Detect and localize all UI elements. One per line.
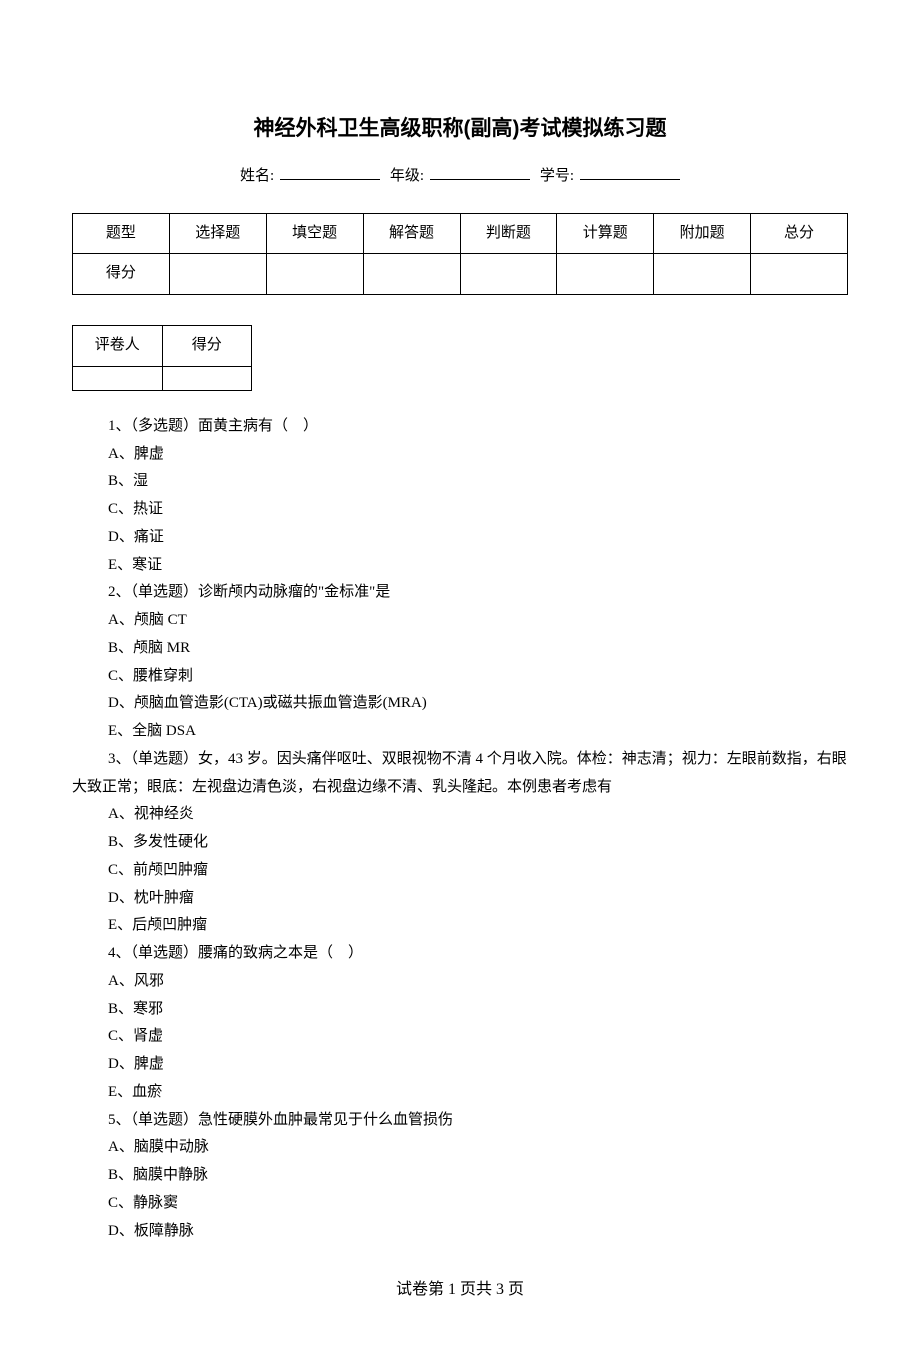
score-cell — [363, 254, 460, 295]
score-header: 填空题 — [266, 213, 363, 254]
question-stem: 5、（单选题）急性硬膜外血肿最常见于什么血管损伤 — [108, 1107, 848, 1135]
question-option: A、脾虚 — [108, 441, 848, 469]
score-header: 总分 — [751, 213, 848, 254]
student-info-line: 姓名: 年级: 学号: — [72, 163, 848, 191]
question-option: E、血瘀 — [108, 1079, 848, 1107]
score-table-value-row: 得分 — [73, 254, 848, 295]
question-option: C、热证 — [108, 496, 848, 524]
question-option: C、静脉窦 — [108, 1190, 848, 1218]
score-header: 解答题 — [363, 213, 460, 254]
question-stem: 3、（单选题）女，43 岁。因头痛伴呕吐、双眼视物不清 4 个月收入院。体检：神… — [72, 746, 848, 802]
question-option: B、湿 — [108, 468, 848, 496]
question-option: D、板障静脉 — [108, 1218, 848, 1246]
name-blank — [280, 163, 380, 180]
score-cell — [266, 254, 363, 295]
page-title: 神经外科卫生高级职称(副高)考试模拟练习题 — [72, 110, 848, 149]
question-option: D、颅脑血管造影(CTA)或磁共振血管造影(MRA) — [108, 690, 848, 718]
grader-empty — [162, 366, 252, 390]
score-header: 题型 — [73, 213, 170, 254]
score-cell — [557, 254, 654, 295]
question-option: B、脑膜中静脉 — [108, 1162, 848, 1190]
question-option: E、全脑 DSA — [108, 718, 848, 746]
question-stem: 4、（单选题）腰痛的致病之本是（ ） — [108, 940, 848, 968]
score-header: 计算题 — [557, 213, 654, 254]
question-option: A、视神经炎 — [108, 801, 848, 829]
score-row-label: 得分 — [73, 254, 170, 295]
page-footer: 试卷第 1 页共 3 页 — [72, 1275, 848, 1305]
grader-col1: 评卷人 — [73, 326, 163, 367]
question-option: C、肾虚 — [108, 1023, 848, 1051]
grade-label: 年级: — [390, 168, 424, 184]
question-option: D、脾虚 — [108, 1051, 848, 1079]
score-header: 判断题 — [460, 213, 557, 254]
name-label: 姓名: — [240, 168, 274, 184]
question-option: B、寒邪 — [108, 996, 848, 1024]
question-stem: 1、（多选题）面黄主病有（ ） — [108, 413, 848, 441]
id-blank — [580, 163, 680, 180]
question-option: E、寒证 — [108, 552, 848, 580]
score-header: 附加题 — [654, 213, 751, 254]
questions-block: 1、（多选题）面黄主病有（ ）A、脾虚B、湿C、热证D、痛证E、寒证2、（单选题… — [72, 413, 848, 1246]
score-cell — [169, 254, 266, 295]
question-stem: 2、（单选题）诊断颅内动脉瘤的"金标准"是 — [108, 579, 848, 607]
question-option: D、痛证 — [108, 524, 848, 552]
question-option: E、后颅凹肿瘤 — [108, 912, 848, 940]
score-cell — [654, 254, 751, 295]
question-option: B、颅脑 MR — [108, 635, 848, 663]
grade-blank — [430, 163, 530, 180]
score-cell — [751, 254, 848, 295]
score-cell — [460, 254, 557, 295]
question-option: A、风邪 — [108, 968, 848, 996]
grader-col2: 得分 — [162, 326, 252, 367]
question-option: A、脑膜中动脉 — [108, 1134, 848, 1162]
id-label: 学号: — [540, 168, 574, 184]
grader-table: 评卷人 得分 — [72, 325, 252, 391]
question-option: A、颅脑 CT — [108, 607, 848, 635]
question-option: C、前颅凹肿瘤 — [108, 857, 848, 885]
question-option: B、多发性硬化 — [108, 829, 848, 857]
score-table-header-row: 题型 选择题 填空题 解答题 判断题 计算题 附加题 总分 — [73, 213, 848, 254]
score-table: 题型 选择题 填空题 解答题 判断题 计算题 附加题 总分 得分 — [72, 213, 848, 296]
grader-empty — [73, 366, 163, 390]
score-header: 选择题 — [169, 213, 266, 254]
question-option: C、腰椎穿刺 — [108, 663, 848, 691]
question-option: D、枕叶肿瘤 — [108, 885, 848, 913]
